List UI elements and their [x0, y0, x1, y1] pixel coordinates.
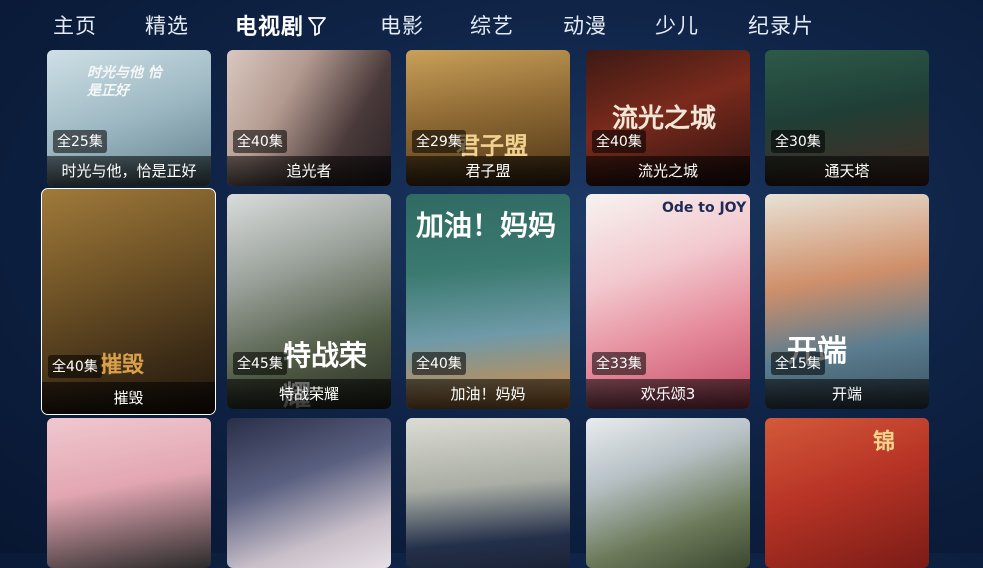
show-card[interactable]: 君子盟 全29集 君子盟	[406, 50, 570, 186]
show-poster	[47, 418, 211, 568]
show-poster	[406, 418, 570, 568]
episode-count-badge: 全15集	[771, 352, 825, 375]
episode-count-badge: 全40集	[592, 130, 646, 153]
episode-count-badge: 全40集	[48, 355, 102, 378]
poster-title-art: Ode to JOY	[662, 200, 747, 216]
episode-count-badge: 全30集	[771, 130, 825, 153]
show-poster	[586, 194, 750, 409]
show-card[interactable]: 加油！妈妈 全40集 加油！妈妈	[406, 194, 570, 409]
show-title: 加油！妈妈	[406, 379, 570, 409]
poster-title-art: 摧毁	[100, 352, 145, 378]
show-title: 摧毁	[42, 382, 215, 414]
show-card[interactable]: 流光之城 全40集 流光之城	[586, 50, 750, 186]
show-card[interactable]: 时光与他 恰是正好 全25集 时光与他，恰是正好	[47, 50, 211, 186]
show-card[interactable]	[227, 418, 391, 568]
episode-count-badge: 全29集	[412, 130, 466, 153]
show-title: 欢乐颂3	[586, 379, 750, 409]
episode-count-badge: 全45集	[233, 352, 287, 375]
show-poster	[586, 418, 750, 568]
show-title: 追光者	[227, 156, 391, 186]
show-title: 开端	[765, 379, 929, 409]
show-card[interactable]: 开端 全15集 开端	[765, 194, 929, 409]
show-title: 流光之城	[586, 156, 750, 186]
show-title: 特战荣耀	[227, 379, 391, 409]
show-title: 君子盟	[406, 156, 570, 186]
show-card[interactable]: 锦	[765, 418, 929, 568]
show-title: 时光与他，恰是正好	[47, 156, 211, 186]
show-title: 通天塔	[765, 156, 929, 186]
episode-count-badge: 全40集	[233, 130, 287, 153]
episode-count-badge: 全33集	[592, 352, 646, 375]
show-card[interactable]: 特战荣耀 全45集 特战荣耀	[227, 194, 391, 409]
episode-count-badge: 全25集	[53, 130, 107, 153]
content-grid: 时光与他 恰是正好 全25集 时光与他，恰是正好 全40集 追光者 君子盟 全2…	[0, 0, 983, 568]
show-card-focused[interactable]: 摧毁 全40集 摧毁	[41, 188, 216, 415]
show-card[interactable]: 全40集 追光者	[227, 50, 391, 186]
show-card[interactable]	[47, 418, 211, 568]
show-card[interactable]	[406, 418, 570, 568]
poster-title-art: 加油！妈妈	[416, 209, 557, 242]
show-poster	[765, 418, 929, 568]
episode-count-badge: 全40集	[412, 352, 466, 375]
show-poster	[42, 189, 215, 414]
show-card[interactable]	[586, 418, 750, 568]
poster-title-art: 时光与他 恰是正好	[87, 65, 162, 99]
show-poster	[227, 418, 391, 568]
poster-title-art: 锦	[873, 429, 896, 455]
show-card[interactable]: 全30集 通天塔	[765, 50, 929, 186]
show-poster	[765, 194, 929, 409]
show-card[interactable]: Ode to JOY 全33集 欢乐颂3	[586, 194, 750, 409]
